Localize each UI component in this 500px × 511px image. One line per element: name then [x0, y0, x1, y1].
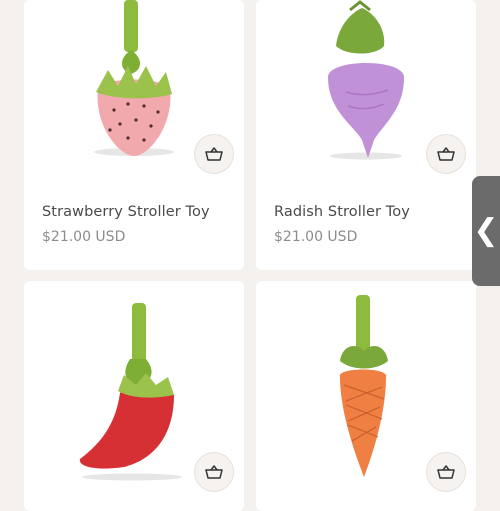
add-to-cart-button[interactable] [426, 134, 466, 174]
basket-icon [205, 147, 223, 161]
product-price: $21.00 USD [42, 229, 126, 245]
product-card-strawberry[interactable]: Strawberry Stroller Toy $21.00 USD [24, 0, 244, 270]
product-title[interactable]: Radish Stroller Toy [274, 204, 410, 220]
product-card-carrot[interactable] [256, 281, 476, 511]
chevron-left-icon: ❮ [473, 213, 499, 248]
product-title[interactable]: Strawberry Stroller Toy [42, 204, 210, 220]
chili-pepper-toy-image[interactable] [24, 281, 244, 481]
carrot-toy-image[interactable] [256, 281, 476, 481]
product-card-chili[interactable] [24, 281, 244, 511]
side-panel-toggle[interactable]: ❮ [472, 176, 500, 286]
basket-icon [437, 465, 455, 479]
basket-icon [205, 465, 223, 479]
add-to-cart-button[interactable] [426, 452, 466, 492]
basket-icon [437, 147, 455, 161]
add-to-cart-button[interactable] [194, 452, 234, 492]
product-card-radish[interactable]: Radish Stroller Toy $21.00 USD [256, 0, 476, 270]
add-to-cart-button[interactable] [194, 134, 234, 174]
product-price: $21.00 USD [274, 229, 358, 245]
